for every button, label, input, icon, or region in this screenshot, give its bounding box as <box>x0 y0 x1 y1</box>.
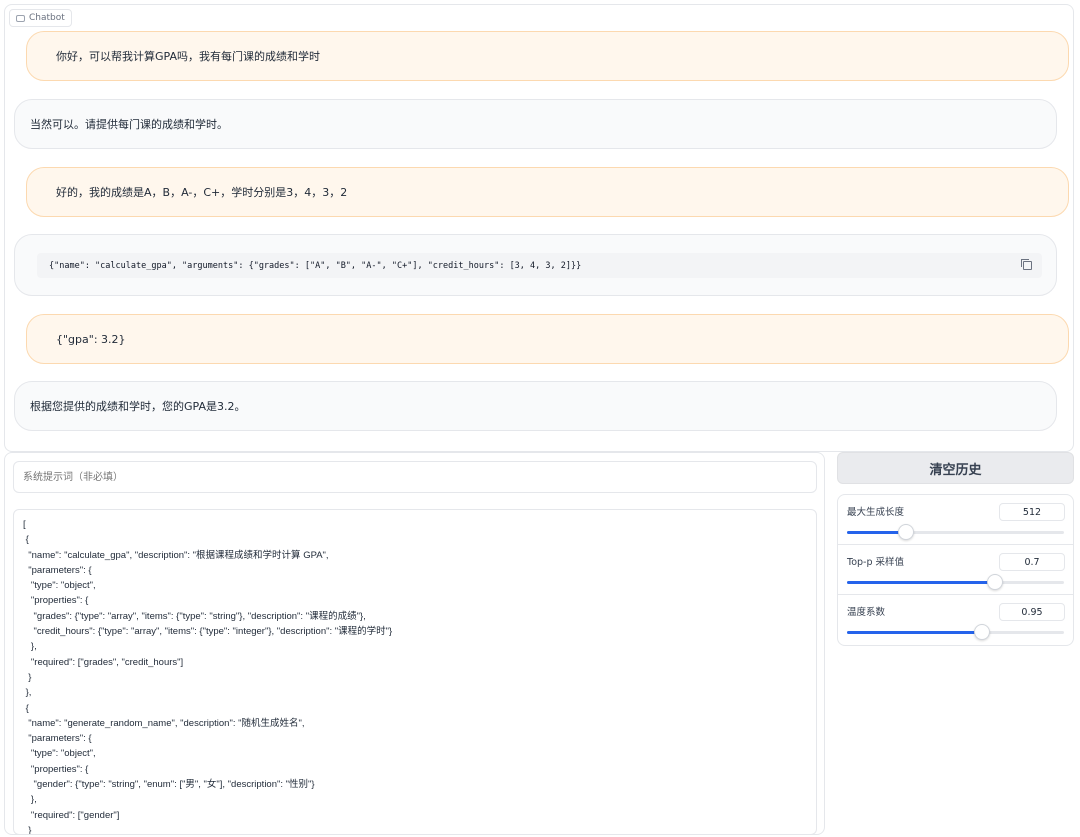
temperature-label: 温度系数 <box>847 607 886 618</box>
slider-fill <box>847 581 995 584</box>
message-text: {"gpa": 3.2} <box>56 332 126 346</box>
message-text: 当然可以。请提供每门课的成绩和学时。 <box>30 118 228 131</box>
temperature-setting: 温度系数 0.95 <box>838 595 1073 645</box>
max-length-slider[interactable] <box>847 524 1064 540</box>
code-text: {"name": "calculate_gpa", "arguments": {… <box>49 260 582 271</box>
slider-fill <box>847 631 982 634</box>
top-p-slider[interactable] <box>847 574 1064 590</box>
top-p-label: Top-p 采样值 <box>847 557 905 568</box>
user-message: 你好，可以帮我计算GPA吗，我有每门课的成绩和学时 <box>26 31 1069 81</box>
copy-icon[interactable] <box>1021 259 1032 270</box>
message-text: 你好，可以帮我计算GPA吗，我有每门课的成绩和学时 <box>56 50 320 63</box>
max-length-value[interactable]: 512 <box>999 503 1065 521</box>
system-prompt-input[interactable] <box>13 461 817 493</box>
slider-thumb[interactable] <box>973 624 990 640</box>
slider-thumb[interactable] <box>986 574 1003 590</box>
temperature-value[interactable]: 0.95 <box>999 603 1065 621</box>
max-length-setting: 最大生成长度 512 <box>838 495 1073 545</box>
user-message: {"gpa": 3.2} <box>26 314 1069 364</box>
code-block: {"name": "calculate_gpa", "arguments": {… <box>37 253 1042 278</box>
top-p-setting: Top-p 采样值 0.7 <box>838 545 1073 595</box>
slider-fill <box>847 531 906 534</box>
settings-panel: 最大生成长度 512 Top-p 采样值 0.7 温度系数 0.95 <box>837 494 1074 646</box>
input-panel: [ { "name": "calculate_gpa", "descriptio… <box>4 452 825 835</box>
slider-thumb[interactable] <box>897 524 914 540</box>
chatbot-label: Chatbot <box>9 9 72 27</box>
bot-message-code: {"name": "calculate_gpa", "arguments": {… <box>14 234 1057 296</box>
chat-icon <box>16 14 25 22</box>
bot-message: 根据您提供的成绩和学时，您的GPA是3.2。 <box>14 381 1057 431</box>
user-message: 好的，我的成绩是A，B，A-，C+，学时分别是3，4，3，2 <box>26 167 1069 217</box>
temperature-slider[interactable] <box>847 624 1064 640</box>
max-length-label: 最大生成长度 <box>847 507 905 518</box>
top-p-value[interactable]: 0.7 <box>999 553 1065 571</box>
tools-textarea[interactable]: [ { "name": "calculate_gpa", "descriptio… <box>13 509 817 835</box>
message-text: 根据您提供的成绩和学时，您的GPA是3.2。 <box>30 400 246 413</box>
chatbot-label-text: Chatbot <box>29 13 65 23</box>
clear-history-button[interactable]: 清空历史 <box>837 452 1074 484</box>
bot-message: 当然可以。请提供每门课的成绩和学时。 <box>14 99 1057 149</box>
chatbot-panel: Chatbot 你好，可以帮我计算GPA吗，我有每门课的成绩和学时 当然可以。请… <box>4 4 1074 452</box>
message-text: 好的，我的成绩是A，B，A-，C+，学时分别是3，4，3，2 <box>56 186 348 199</box>
tools-text: [ { "name": "calculate_gpa", "descriptio… <box>23 519 393 835</box>
